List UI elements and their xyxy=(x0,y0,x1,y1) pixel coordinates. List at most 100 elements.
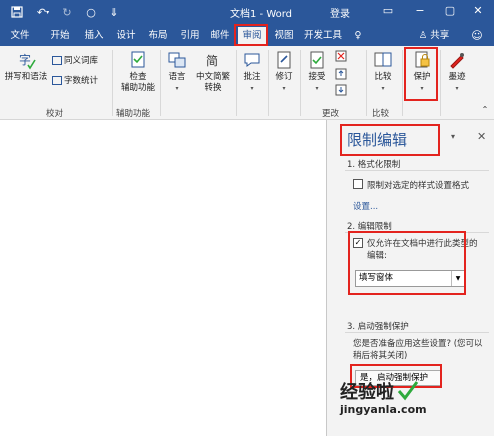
convert-label-2: 转换 xyxy=(204,83,222,93)
minimize-icon[interactable]: − xyxy=(410,2,430,20)
language-icon xyxy=(168,52,186,68)
group-proofing-label: 校对 xyxy=(46,109,64,119)
wordcount-label: 字数统计 xyxy=(64,76,99,86)
convert-icon: 简 xyxy=(206,54,218,68)
protect-highlight xyxy=(404,47,438,101)
ink-label: 墨迹 xyxy=(448,72,466,82)
compare-label: 比较 xyxy=(374,72,392,82)
group-compare-label: 比较 xyxy=(372,109,390,119)
spelling-icon: 字 xyxy=(19,52,36,70)
tell-me-icon[interactable]: ♀ xyxy=(350,28,366,44)
watermark: 经验啦 jingyanla.com xyxy=(340,378,427,416)
language-button[interactable]: 语言 ▾ xyxy=(164,50,190,94)
save-icon[interactable] xyxy=(10,4,24,20)
watermark-url: jingyanla.com xyxy=(340,403,427,416)
login-link[interactable]: 登录 xyxy=(330,5,350,20)
tab-insert[interactable]: 插入 xyxy=(80,28,108,44)
ink-button[interactable]: 墨迹 ▾ xyxy=(444,50,470,94)
section-enforcement: 3. 启动强制保护 xyxy=(347,322,409,332)
accept-icon xyxy=(310,51,324,69)
watermark-text: 经验啦 xyxy=(340,382,394,403)
tab-references[interactable]: 引用 xyxy=(176,28,204,44)
language-label: 语言 xyxy=(168,72,186,82)
comment-label: 批注 xyxy=(243,72,261,82)
enforcement-line1: 您是否准备应用这些设置? (您可以 xyxy=(353,339,483,349)
close-icon[interactable]: ✕ xyxy=(468,2,488,20)
formatting-settings-link[interactable]: 设置... xyxy=(353,200,378,212)
separator xyxy=(440,50,441,116)
editing-restrictions-highlight xyxy=(348,231,466,295)
spelling-label: 拼写和语法 xyxy=(4,72,48,82)
tab-view[interactable]: 视图 xyxy=(270,28,298,44)
tab-file[interactable]: 文件 xyxy=(6,28,34,44)
wordcount-button[interactable]: 字数统计 xyxy=(52,76,98,87)
spelling-button[interactable]: 字 拼写和语法 xyxy=(4,50,48,83)
separator xyxy=(236,50,237,116)
tab-layout[interactable]: 布局 xyxy=(144,28,172,44)
document-canvas[interactable] xyxy=(0,120,326,436)
separator xyxy=(268,50,269,116)
track-dropdown-icon: ▾ xyxy=(282,85,286,92)
thesaurus-label: 同义词库 xyxy=(64,56,99,66)
accessibility-label-2: 辅助功能 xyxy=(120,83,155,93)
tab-design[interactable]: 设计 xyxy=(112,28,140,44)
collapse-ribbon-icon[interactable]: ⌃ xyxy=(480,104,490,115)
formatting-option-label: 限制对选定的样式设置格式 xyxy=(367,181,470,191)
review-tab-highlight xyxy=(234,24,268,46)
tab-home[interactable]: 开始 xyxy=(46,28,74,44)
reject-icon xyxy=(335,50,347,62)
accept-dropdown-icon: ▾ xyxy=(315,85,319,92)
ink-dropdown-icon: ▾ xyxy=(455,85,459,92)
pane-title-highlight xyxy=(340,124,440,156)
thesaurus-button[interactable]: 同义词库 xyxy=(52,56,98,67)
comment-button[interactable]: 批注 ▾ xyxy=(240,50,264,94)
accessibility-label-1: 检查 xyxy=(129,72,147,82)
separator xyxy=(402,50,403,116)
checkmark-icon xyxy=(397,381,419,401)
comment-dropdown-icon: ▾ xyxy=(250,85,254,92)
accessibility-button[interactable]: 检查 辅助功能 xyxy=(116,50,160,94)
section-formatting: 1. 格式化限制 xyxy=(347,160,401,170)
section-divider xyxy=(345,170,489,171)
tab-mailings[interactable]: 邮件 xyxy=(206,28,234,44)
enforcement-question: 您是否准备应用这些设置? (您可以 稍后将其关闭) xyxy=(353,338,483,362)
share-button[interactable]: ♙ 共享 xyxy=(412,28,456,44)
redo-icon[interactable]: ↻ xyxy=(60,4,74,20)
smile-icon[interactable]: ☺ xyxy=(468,28,486,44)
svg-text:简: 简 xyxy=(206,54,218,68)
restore-icon[interactable]: ▢ xyxy=(440,2,460,20)
customize-qa-icon[interactable]: ⇓ xyxy=(108,4,120,20)
next-change-icon xyxy=(335,84,347,96)
pane-options-icon[interactable]: ▾ xyxy=(451,132,455,141)
accessibility-icon xyxy=(131,51,145,68)
compare-button[interactable]: 比较 ▾ xyxy=(370,50,396,94)
previous-change-button[interactable] xyxy=(334,68,348,84)
share-label: 共享 xyxy=(430,30,450,41)
group-changes-label: 更改 xyxy=(322,109,340,119)
group-accessibility-label: 辅助功能 xyxy=(116,109,151,119)
formatting-checkbox[interactable] xyxy=(353,179,363,189)
window-title: 文档1 - Word xyxy=(230,9,293,20)
chinese-convert-button[interactable]: 简 中文简繁 转换 xyxy=(193,50,233,94)
section-divider xyxy=(345,332,489,333)
track-changes-button[interactable]: 修订 ▾ xyxy=(272,50,296,94)
separator xyxy=(366,50,367,116)
previous-change-icon xyxy=(335,68,347,80)
compare-dropdown-icon: ▾ xyxy=(381,85,385,92)
pane-close-icon[interactable]: ✕ xyxy=(477,130,486,143)
undo-icon[interactable]: ↶ ▾ xyxy=(34,4,52,20)
next-change-button[interactable] xyxy=(334,84,348,100)
circle-icon[interactable]: ○ xyxy=(84,4,98,20)
convert-label-1: 中文简繁 xyxy=(195,72,230,82)
wordcount-icon xyxy=(52,76,62,85)
title-bar: ↶ ▾ ↻ ○ ⇓ 文档1 - Word 登录 ▭ − ▢ ✕ xyxy=(0,0,494,24)
accept-button[interactable]: 接受 ▾ xyxy=(304,50,330,94)
reject-button[interactable] xyxy=(334,50,348,66)
accept-label: 接受 xyxy=(308,72,326,82)
tab-developer[interactable]: 开发工具 xyxy=(302,28,344,44)
comment-icon xyxy=(244,53,260,67)
separator xyxy=(112,50,113,116)
ribbon-options-icon[interactable]: ▭ xyxy=(378,2,398,20)
separator xyxy=(300,50,301,116)
track-changes-icon xyxy=(277,51,291,69)
